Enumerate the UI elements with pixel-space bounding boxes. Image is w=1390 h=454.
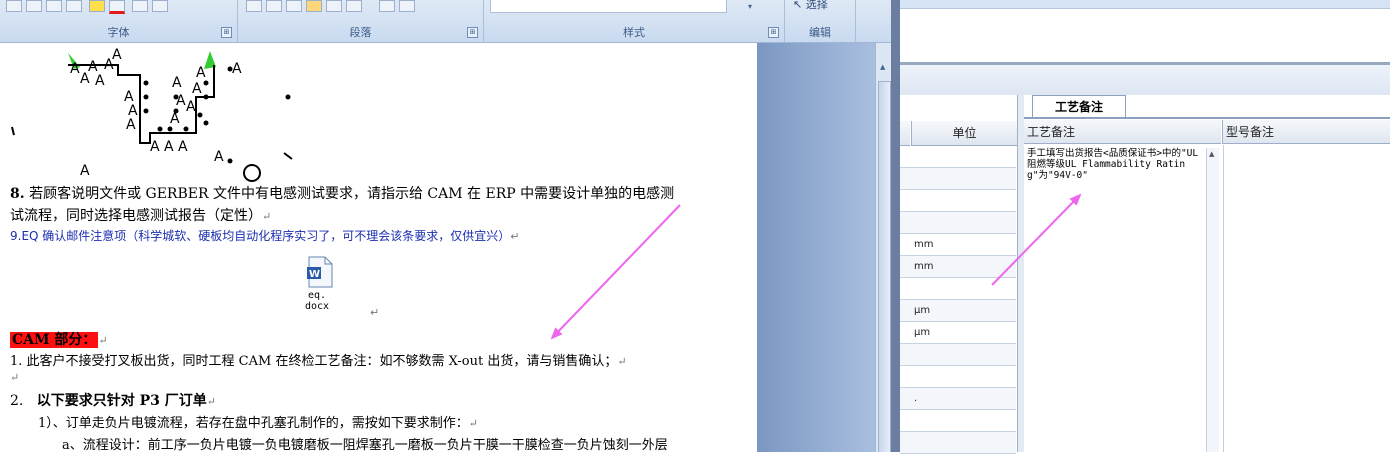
- align-center-button[interactable]: [266, 0, 282, 12]
- line-spacing-button[interactable]: [346, 0, 362, 12]
- highlight-color-button[interactable]: [89, 0, 106, 12]
- unit-cell: mm: [914, 239, 934, 250]
- attachment-name: eq. docx: [304, 290, 330, 312]
- table-row[interactable]: [900, 366, 1016, 388]
- quick-styles-gallery[interactable]: [490, 0, 727, 13]
- svg-text:A: A: [196, 65, 206, 81]
- memo-scrollbar[interactable]: ▲: [1206, 148, 1219, 452]
- erp-toolbar-band: [900, 65, 1390, 96]
- table-row[interactable]: [900, 168, 1016, 190]
- word-document-icon: W: [307, 256, 333, 288]
- erp-top-panel: [900, 0, 1390, 65]
- svg-text:A: A: [70, 61, 80, 77]
- font-group: 字体 ⊞: [0, 0, 238, 42]
- enclose-char-button[interactable]: [152, 0, 169, 12]
- subscript-button[interactable]: [26, 0, 42, 12]
- paragraph-group-label: 段落: [349, 26, 372, 39]
- cam-item2: 2. 以下要求只针对 P3 厂订单↵: [10, 393, 216, 409]
- table-row[interactable]: [900, 410, 1016, 432]
- svg-text:A: A: [80, 163, 90, 179]
- table-row[interactable]: [900, 146, 1016, 168]
- document-page[interactable]: AAAA AAAA AAAA AAAA AAA AA 8. 若顾客说明文件或 G…: [0, 43, 757, 452]
- svg-text:A: A: [214, 149, 224, 165]
- svg-text:A: A: [95, 73, 105, 89]
- process-memo-column-header[interactable]: 工艺备注: [1024, 120, 1221, 144]
- table-row[interactable]: [900, 212, 1016, 234]
- change-case-button[interactable]: [66, 0, 82, 12]
- model-memo-column-header[interactable]: 型号备注: [1222, 120, 1390, 144]
- item8-line1: 8. 若顾客说明文件或 GERBER 文件中有电感测试要求，请指示给 CAM 在…: [10, 186, 675, 202]
- select-arrow-icon: ↖: [793, 0, 806, 11]
- unit-cell: .: [914, 393, 918, 404]
- border-button[interactable]: [399, 0, 416, 12]
- svg-text:A: A: [112, 47, 122, 63]
- empty-paragraph-mark: ↵: [10, 371, 20, 384]
- svg-text:A: A: [232, 61, 242, 77]
- scroll-up-icon[interactable]: ▲: [880, 63, 885, 71]
- diagram-image: A A AA A AAA AAAA AAAA AAA AA: [11, 47, 293, 182]
- ribbon: 字体 ⊞ 段落 ⊞ 样式 ⊞ ▾ ↖ 选择 编辑: [0, 0, 900, 43]
- svg-text:A: A: [150, 139, 160, 155]
- unit-cell: μm: [914, 327, 931, 338]
- editing-group: ↖ 选择 编辑: [785, 0, 856, 42]
- clear-format-button[interactable]: [46, 0, 62, 12]
- table-row[interactable]: [900, 432, 1016, 454]
- erp-window: 单位 mm mm μm μm. 工艺备注 工艺备注 型号备注 手工填写出货报告<品质保…: [900, 0, 1390, 454]
- gallery-more-icon[interactable]: ▾: [748, 2, 752, 11]
- word-window: 字体 ⊞ 段落 ⊞ 样式 ⊞ ▾ ↖ 选择 编辑 A A A A A A A A…: [0, 0, 900, 452]
- cam-sub1: 1）、订单走负片电镀流程，若存在盘中孔塞孔制作的，需按如下要求制作：↵: [38, 416, 478, 431]
- svg-text:A: A: [126, 117, 136, 133]
- document-background: [757, 43, 875, 452]
- cam-item1: 1. 此客户不接受打叉板出货，同时工程 CAM 在终检工艺备注：如不够数需 X-…: [10, 354, 627, 369]
- svg-text:A: A: [170, 111, 180, 127]
- svg-text:A: A: [172, 75, 182, 91]
- svg-text:A: A: [178, 139, 188, 155]
- erp-selected-row-strip: [900, 0, 1390, 9]
- svg-text:A: A: [186, 99, 196, 115]
- table-row[interactable]: [900, 344, 1016, 366]
- paragraph-dialog-launcher-icon[interactable]: ⊞: [467, 27, 478, 38]
- memo-scroll-up-icon[interactable]: ▲: [1209, 150, 1214, 158]
- strikethrough-button[interactable]: [6, 0, 22, 12]
- process-memo-textarea[interactable]: 手工填写出货报告<品质保证书>中的"UL阻燃等级UL Flammability …: [1027, 148, 1205, 181]
- editing-group-label: 编辑: [809, 26, 831, 39]
- shading-button[interactable]: [379, 0, 396, 12]
- unit-column-header[interactable]: 单位: [911, 121, 1017, 146]
- font-dialog-launcher-icon[interactable]: ⊞: [221, 27, 232, 38]
- font-group-label: 字体: [107, 26, 130, 39]
- align-right-button[interactable]: [286, 0, 302, 12]
- unit-cell: μm: [914, 305, 931, 316]
- styles-group-label: 样式: [623, 26, 645, 39]
- attachment-object[interactable]: W eq. docx: [300, 256, 340, 312]
- table-row[interactable]: μm: [900, 300, 1016, 322]
- svg-text:A: A: [192, 81, 202, 97]
- select-button[interactable]: 选择: [806, 0, 828, 11]
- item8-line2: 试流程，同时选择电感测试报告（定性）↵: [10, 208, 272, 224]
- justify-button[interactable]: [306, 0, 322, 12]
- paragraph-mark: ↵: [370, 306, 380, 319]
- cam-sub-a: a、流程设计：前工序一负片电镀一负电镀磨板一阻焊塞孔一磨板一负片干膜一干膜检查一…: [62, 438, 668, 452]
- table-row[interactable]: mm: [900, 256, 1016, 278]
- svg-text:A: A: [164, 139, 174, 155]
- paragraph-group: 段落 ⊞: [238, 0, 484, 42]
- window-divider: [891, 0, 900, 452]
- table-row[interactable]: mm: [900, 234, 1016, 256]
- table-row[interactable]: [900, 190, 1016, 212]
- distributed-button[interactable]: [326, 0, 342, 12]
- svg-text:A: A: [80, 71, 90, 87]
- scrollbar-thumb[interactable]: [878, 81, 891, 452]
- table-row[interactable]: [900, 278, 1016, 300]
- vertical-scrollbar[interactable]: ▲: [875, 43, 892, 452]
- svg-text:W: W: [309, 269, 320, 280]
- char-shading-button[interactable]: [132, 0, 149, 12]
- font-color-button[interactable]: [109, 0, 126, 14]
- cam-heading: CAM 部分： ↵: [10, 332, 108, 348]
- item9-text: 9.EQ 确认邮件注意项（科学城软、硬板均自动化程序实习了，可不理会该条要求，仅…: [10, 229, 520, 243]
- unit-cell: mm: [914, 261, 934, 272]
- align-left-button[interactable]: [246, 0, 262, 12]
- styles-dialog-launcher-icon[interactable]: ⊞: [768, 27, 779, 38]
- table-row[interactable]: .: [900, 388, 1016, 410]
- table-row[interactable]: μm: [900, 322, 1016, 344]
- tab-process-memo[interactable]: 工艺备注: [1032, 95, 1126, 118]
